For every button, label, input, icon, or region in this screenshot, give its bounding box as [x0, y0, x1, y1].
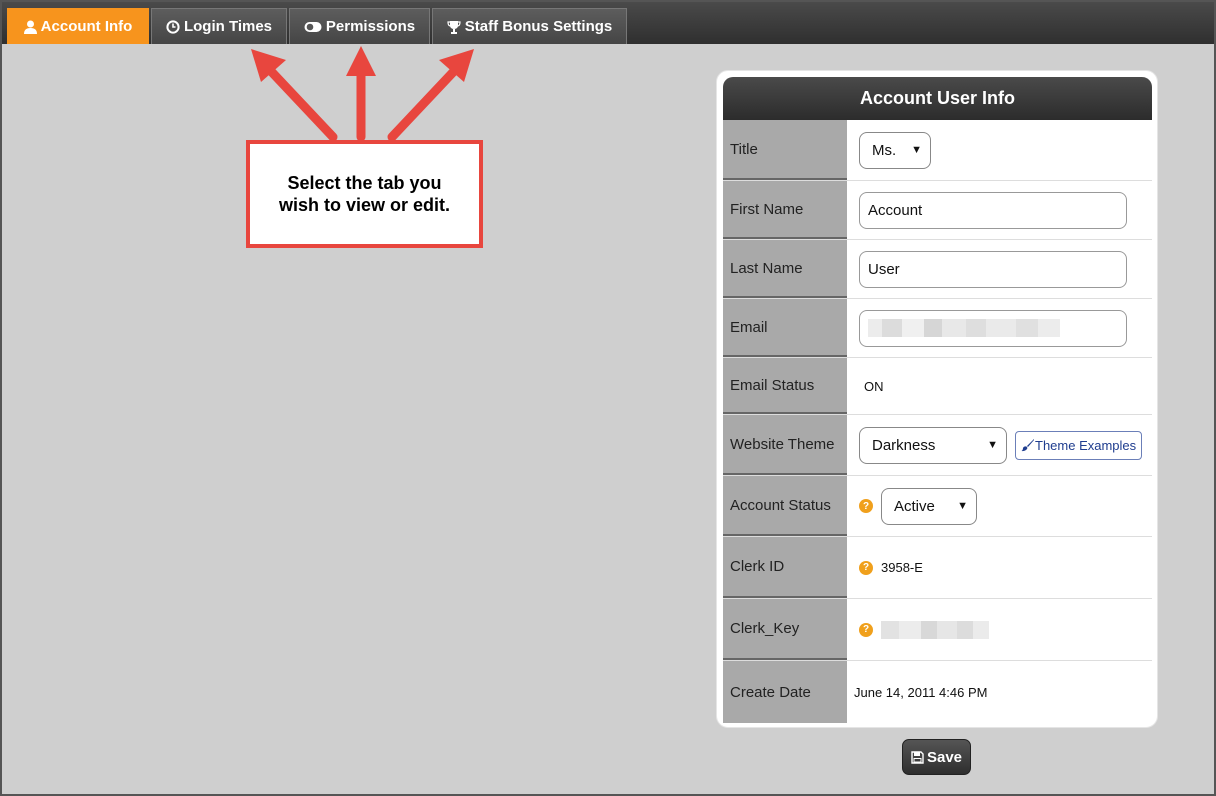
row-clerk-key: Clerk_Key ? — [723, 599, 1152, 661]
account-status-select-value: Active — [894, 497, 935, 515]
row-clerk-id: Clerk ID ? 3958-E — [723, 537, 1152, 599]
callout-line-2: wish to view or edit. — [278, 195, 451, 215]
field-label: Create Date — [723, 661, 847, 723]
field-label: Website Theme — [723, 415, 847, 475]
account-user-info-panel: Account User Info Title Ms. ▼ First Name… — [716, 70, 1158, 728]
panel-title: Account User Info — [723, 77, 1152, 120]
help-icon[interactable]: ? — [859, 560, 873, 575]
field-label: Clerk_Key — [723, 599, 847, 660]
help-icon[interactable]: ? — [859, 499, 873, 513]
redacted-email — [868, 319, 1060, 337]
field-label: Email Status — [723, 358, 847, 414]
create-date-value: June 14, 2011 4:46 PM — [854, 684, 988, 700]
title-select-value: Ms. — [872, 141, 897, 159]
website-theme-select-value: Darkness — [872, 436, 936, 454]
website-theme-select[interactable]: Darkness ▼ — [859, 426, 1007, 464]
last-name-input[interactable]: User — [859, 250, 1127, 288]
first-name-input[interactable]: Account — [859, 191, 1127, 229]
field-label: First Name — [723, 181, 847, 239]
row-title: Title Ms. ▼ — [723, 120, 1152, 181]
theme-examples-label: Theme Examples — [1035, 437, 1137, 453]
help-icon[interactable]: ? — [859, 622, 873, 637]
chevron-down-icon: ▼ — [987, 439, 998, 451]
arrow-shaft-right — [387, 63, 462, 142]
floppy-disk-icon — [911, 750, 924, 764]
field-label: Last Name — [723, 240, 847, 298]
row-account-status: Account Status ? Active ▼ — [723, 476, 1152, 537]
arrow-head-middle — [346, 46, 376, 76]
row-create-date: Create Date June 14, 2011 4:46 PM — [723, 661, 1152, 723]
arrow-shaft-left — [263, 63, 338, 142]
instruction-callout: Select the tab you wish to view or edit. — [246, 140, 483, 248]
theme-examples-button[interactable]: Theme Examples — [1015, 430, 1143, 460]
row-first-name: First Name Account — [723, 181, 1152, 240]
account-status-select[interactable]: Active ▼ — [881, 487, 977, 525]
row-website-theme: Website Theme Darkness ▼ Theme Examples — [723, 415, 1152, 476]
title-select[interactable]: Ms. ▼ — [859, 131, 931, 169]
save-button[interactable]: Save — [902, 739, 971, 775]
callout-line-1: Select the tab you — [287, 173, 442, 193]
field-label: Email — [723, 299, 847, 357]
annotation-arrows — [251, 46, 474, 142]
field-label: Title — [723, 120, 847, 180]
row-email-status: Email Status ON — [723, 358, 1152, 415]
chevron-down-icon: ▼ — [911, 144, 922, 156]
email-input[interactable] — [859, 309, 1127, 347]
chevron-down-icon: ▼ — [957, 500, 968, 512]
field-label: Account Status — [723, 476, 847, 536]
row-last-name: Last Name User — [723, 240, 1152, 299]
save-label: Save — [926, 748, 963, 766]
email-status-value: ON — [864, 378, 884, 394]
field-label: Clerk ID — [723, 537, 847, 598]
paintbrush-icon — [1021, 439, 1034, 452]
row-email: Email — [723, 299, 1152, 358]
redacted-clerk-key — [881, 620, 989, 639]
clerk-id-value: 3958-E — [881, 560, 923, 575]
